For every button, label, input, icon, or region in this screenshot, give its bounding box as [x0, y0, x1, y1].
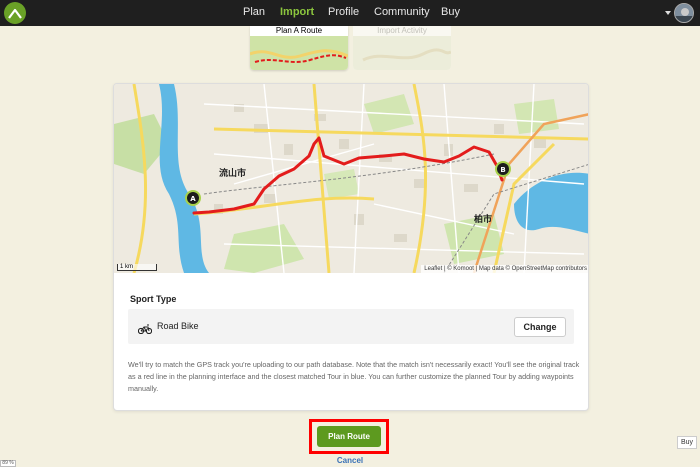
end-marker[interactable]: B	[495, 161, 511, 177]
nav-import[interactable]: Import	[280, 6, 314, 18]
komoot-logo-icon[interactable]	[4, 2, 26, 24]
place-label-nagareyama: 流山市	[219, 167, 246, 179]
sport-type-heading: Sport Type	[130, 294, 177, 304]
zoom-indicator: 89 %	[0, 460, 16, 467]
top-navigation-bar: Plan Import Profile Community Buy	[0, 0, 700, 26]
import-description: We'll try to match the GPS track you're …	[128, 360, 580, 393]
chevron-down-icon	[665, 11, 671, 15]
map-scale: 1 km	[117, 264, 157, 271]
map-canvas: 流山市 柏市 A B	[114, 84, 588, 273]
import-panel: 流山市 柏市 A B 1 km Leaflet | © Komoot | Map…	[113, 83, 589, 411]
road-bike-icon	[137, 321, 153, 339]
sport-type-name: Road Bike	[157, 321, 199, 331]
start-marker-label: A	[190, 195, 196, 203]
sport-type-selector: Road Bike Change	[128, 309, 574, 344]
side-buy-button[interactable]: Buy	[677, 436, 697, 449]
cancel-link[interactable]: Cancel	[0, 456, 700, 465]
route-map[interactable]: 流山市 柏市 A B 1 km Leaflet | © Komoot | Map…	[114, 84, 588, 273]
avatar	[674, 3, 694, 23]
plan-route-button[interactable]: Plan Route	[317, 426, 381, 447]
plan-a-route-card[interactable]: Plan A Route Plan A Route	[250, 26, 348, 70]
nav-buy[interactable]: Buy	[441, 6, 460, 18]
map-attribution[interactable]: Leaflet | © Komoot | Map data © OpenStre…	[421, 265, 588, 273]
start-marker[interactable]: A	[185, 190, 201, 206]
nav-community[interactable]: Community	[374, 6, 430, 18]
import-activity-title: Import Activity	[353, 26, 451, 35]
end-marker-label: B	[500, 166, 505, 174]
import-activity-card[interactable]: Import Activity	[353, 26, 451, 70]
place-label-kashiwa: 柏市	[474, 213, 492, 225]
plan-a-route-title: Plan A Route	[250, 26, 348, 35]
user-menu[interactable]	[665, 3, 694, 23]
nav-plan[interactable]: Plan	[243, 6, 265, 18]
nav-profile[interactable]: Profile	[328, 6, 359, 18]
change-sport-button[interactable]: Change	[514, 317, 566, 337]
